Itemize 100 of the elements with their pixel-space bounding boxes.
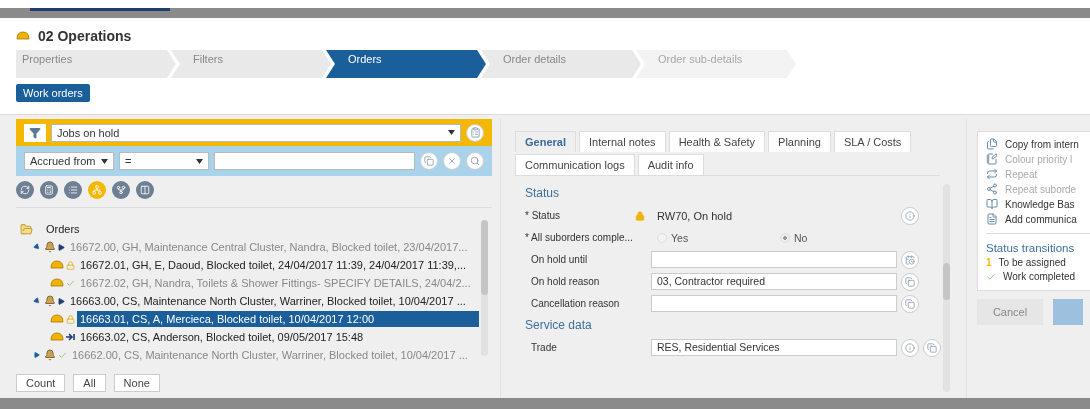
lookup-button[interactable] [901,294,919,313]
tree-root[interactable]: Orders [43,221,83,237]
detail-tab[interactable]: Audit info [637,154,704,175]
lookup-button[interactable] [420,152,438,170]
helmet-icon [16,31,30,41]
refresh-tool[interactable] [16,181,34,199]
clipboard-icon [469,127,481,138]
note-icon [986,153,998,165]
expand-toggle[interactable] [32,350,42,360]
field-select[interactable]: Accrued from [24,152,114,170]
hierarchy-icon [116,185,126,195]
columns-icon [140,185,150,195]
lookup-button[interactable] [901,272,919,291]
radio-option[interactable]: No [774,231,897,244]
transition-item[interactable]: Work completed [1003,271,1076,282]
repeat-icon [986,168,998,180]
bell-icon [44,241,56,253]
text-field[interactable]: RES, Residential Services [651,339,897,356]
calendar-icon [905,254,915,265]
check-icon [58,350,67,360]
wizard-step: Order sub-details [636,50,796,78]
clear-button[interactable] [443,152,461,170]
scrollbar[interactable] [481,220,488,356]
field-label: * Status [525,210,562,221]
text-field[interactable] [651,251,897,268]
tree-tool[interactable] [88,181,106,199]
radio-option[interactable]: Yes [651,231,774,244]
lock-icon [66,314,75,324]
columns-tool[interactable] [136,181,154,199]
list-button[interactable]: All [73,374,106,392]
field-label: Trade [530,342,558,353]
tree-item[interactable]: 16663.02, CS, Anderson, Blocked toilet, 09/05/2017 15:48 [77,329,367,345]
tree-item[interactable]: 16663.01, CS, A, Mercieca, Blocked toilet, 10/04/2017 12:00 [77,311,479,327]
list-button[interactable]: Count [16,374,66,392]
folder-icon [20,222,33,236]
operator-select[interactable]: = [119,152,209,170]
detail-tab[interactable]: Health & Safety [668,131,766,152]
view-tab[interactable]: Work orders [16,84,90,102]
search-icon [470,156,480,166]
list-tool[interactable] [64,181,82,199]
helmet-icon [50,278,64,288]
clipboard-button[interactable] [466,123,484,142]
calculator-icon [44,185,54,195]
list-icon [68,185,78,195]
bell-icon [44,349,56,361]
detail-tab[interactable]: General [515,131,576,152]
lookup-button[interactable] [923,338,941,357]
scrollbar[interactable] [943,184,950,392]
calendar-button[interactable] [901,250,919,269]
transitions-title: Status transitions [986,242,1076,254]
caret-icon [101,158,108,164]
caret-icon [196,158,203,164]
check-icon [66,278,75,288]
filter-button[interactable] [24,123,46,142]
wizard-step[interactable]: Orders [326,50,486,78]
play-icon [58,297,65,305]
lookup-icon [905,298,915,309]
text-field[interactable] [651,295,897,312]
field-value: RW70, On hold [656,209,733,222]
tree-item[interactable]: 16663.00, CS, Maintenance North Cluster, Warriner, Blocked toilet, 10/04/2017 ... [67,293,469,309]
text-field[interactable]: 03, Contractor required [651,273,897,290]
caret-icon [448,130,455,135]
info-button[interactable] [901,338,919,357]
field-label: Cancellation reason [530,298,621,309]
copy-icon [986,138,998,150]
hierarchy-tool[interactable] [112,181,130,199]
detail-tab[interactable]: Communication logs [515,154,635,175]
detail-tab[interactable]: Planning [768,131,831,152]
filter-select[interactable]: Jobs on hold [51,123,461,142]
lookup-icon [927,342,937,353]
helmet-icon [50,332,64,342]
bell-icon [44,295,56,307]
step-number: 1 [986,257,992,268]
section-title: Status [525,186,561,200]
calculator-tool[interactable] [40,181,58,199]
field-label: * All suborders comple... [525,232,634,243]
action-item[interactable]: Copy from intern [986,138,1090,150]
collapse-toggle[interactable] [32,296,42,306]
lookup-icon [905,276,915,287]
close-icon [447,156,457,166]
filter-icon [29,126,41,139]
list-button[interactable]: None [113,374,160,392]
search-button[interactable] [466,152,484,170]
lookup-icon [424,156,434,166]
info-button[interactable] [901,206,919,225]
refresh-icon [20,185,30,195]
detail-tab[interactable]: Internal notes [578,131,666,152]
collapse-toggle[interactable] [32,242,42,252]
check-icon [986,271,996,282]
lock-icon [66,260,75,270]
detail-tab[interactable]: SLA / Costs [833,131,912,152]
field-label: On hold until [530,254,589,265]
criteria-input[interactable] [214,152,415,170]
action-item[interactable]: Add communica [986,213,1090,225]
transition-item[interactable]: To be assigned [998,257,1066,268]
play-icon [58,243,65,251]
tree-item[interactable]: 16672.01, GH, E, Daoud, Blocked toilet, 24/04/2017 11:39, 24/04/2017 11:39,... [77,257,470,273]
action-item[interactable]: Knowledge Bas [986,198,1090,210]
page-title: 02 Operations [38,28,132,44]
helmet-icon [50,260,64,270]
